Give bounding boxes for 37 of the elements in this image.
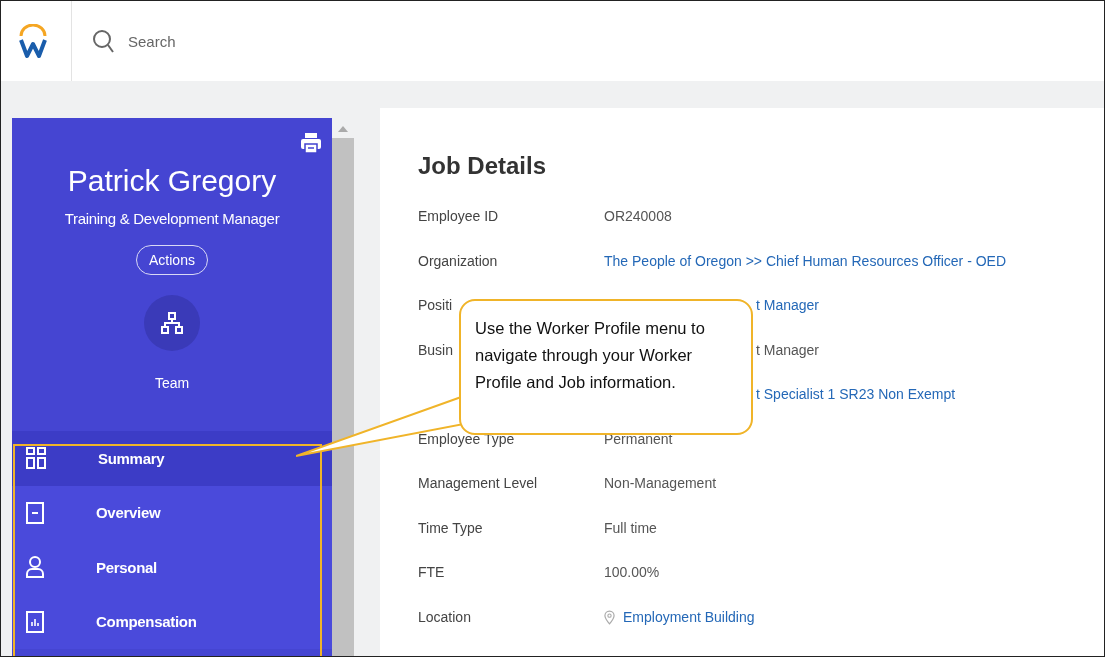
field-value: t Manager [756,341,820,358]
org-chart-icon [161,312,183,334]
print-icon[interactable] [300,132,322,154]
document-icon [26,501,44,524]
field-label: Organization [418,252,498,269]
nav-item[interactable]: Personal [12,540,332,595]
field-label: Busin [418,341,454,358]
search-icon [92,29,114,53]
chart-icon [26,610,44,633]
grid-icon [26,447,46,470]
field-value: OR240008 [604,208,672,224]
field-label: Positi [418,297,453,313]
profile-job-title: Training & Development Manager [64,210,280,227]
team-button[interactable] [144,295,200,351]
field-label: Employee ID [418,208,499,224]
field-link[interactable]: t Manager [756,297,820,313]
field-value: 100.00% [604,564,660,580]
field-label: Management Level [418,475,538,491]
nav-item[interactable]: Overview [12,485,332,540]
field-label: Location [418,608,471,625]
search-field[interactable]: Search [126,31,330,51]
field-link[interactable]: Employment Building [623,608,755,625]
field-link[interactable]: t Specialist 1 SR23 Non Exempt [756,386,956,402]
field-value: Non-Management [604,475,717,491]
callout-bubble: Use the Worker Profile menu to navigate through your Worker Profile and Job information. [459,299,753,435]
field-value: Full time [604,519,657,536]
location-pin-icon [604,609,615,625]
field-label: FTE [418,564,445,580]
field-link[interactable]: The People of Oregon >> Chief Human Resources Officer - OED [604,252,1007,269]
field-label: Time Type [418,519,483,536]
profile-name: Patrick Gregory [67,164,277,198]
nav-item[interactable]: Compensation [12,594,332,649]
section-title: Job Details [418,152,548,180]
person-icon [26,556,44,579]
team-label: Team [154,375,190,391]
logo-icon[interactable] [18,24,48,58]
nav-item[interactable]: Summary [12,431,332,486]
